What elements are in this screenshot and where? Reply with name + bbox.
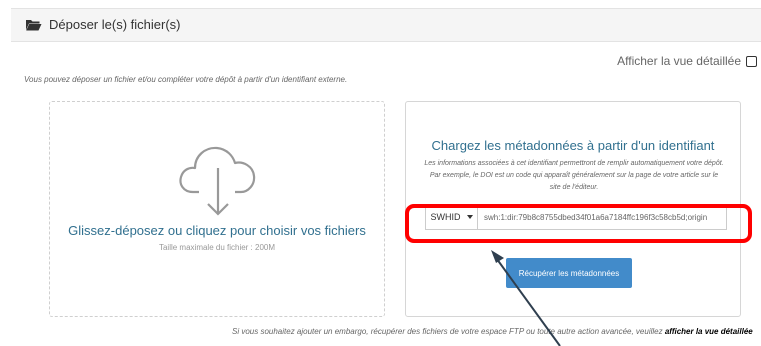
intro-text: Vous pouvez déposer un fichier et/ou com… [24, 75, 348, 84]
folder-open-icon [25, 18, 42, 36]
metadata-title: Chargez les métadonnées à partir d'un id… [431, 138, 715, 153]
footer-text: Si vous souhaitez ajouter un embargo, ré… [232, 327, 665, 336]
panel-title: Déposer le(s) fichier(s) [49, 17, 181, 32]
detailed-view-label: Afficher la vue détaillée [617, 54, 741, 68]
file-dropzone[interactable]: Glissez-déposez ou cliquez pour choisir … [49, 101, 385, 317]
cloud-download-icon [175, 132, 261, 223]
detailed-view-toggle[interactable]: Afficher la vue détaillée [617, 54, 757, 68]
dropzone-subtitle: Taille maximale du fichier : 200M [158, 243, 276, 252]
metadata-description: Les informations associées à cet identif… [424, 160, 724, 191]
detailed-view-checkbox[interactable] [746, 55, 757, 67]
highlight-annotation [405, 204, 752, 243]
fetch-metadata-button[interactable]: Récupérer les métadonnées [506, 258, 632, 288]
footer-note: Si vous souhaitez ajouter un embargo, ré… [232, 327, 753, 336]
panel-header: Déposer le(s) fichier(s) [11, 8, 761, 42]
dropzone-title: Glissez-déposez ou cliquez pour choisir … [68, 223, 366, 238]
show-detailed-view-link[interactable]: afficher la vue détaillée [665, 327, 753, 336]
